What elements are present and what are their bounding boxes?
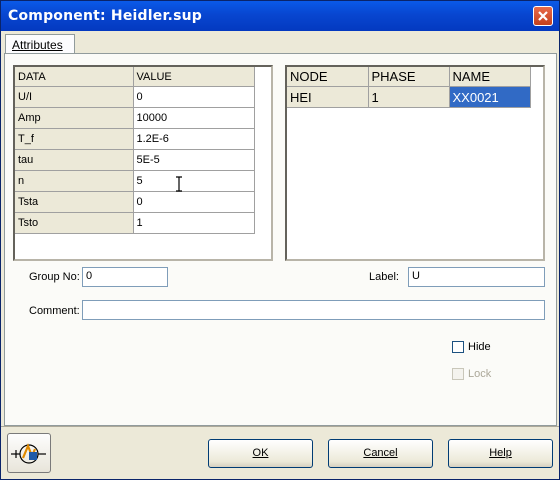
- name-cell[interactable]: XX0021: [449, 86, 531, 108]
- ok-button[interactable]: OK: [208, 439, 313, 468]
- table-row[interactable]: Tsta 0: [15, 191, 255, 213]
- column-header-phase[interactable]: PHASE: [368, 67, 450, 87]
- row-value[interactable]: 0: [133, 191, 255, 213]
- phase-cell[interactable]: 1: [368, 86, 450, 108]
- component-dialog: Component: Heidler.sup Attributes DATA V…: [0, 0, 560, 480]
- row-key: T_f: [15, 128, 134, 150]
- row-key: Amp: [15, 107, 134, 129]
- cancel-label: Cancel: [363, 447, 398, 459]
- row-value[interactable]: 5: [133, 170, 255, 192]
- group-no-field[interactable]: 0: [82, 267, 168, 287]
- table-row[interactable]: Amp 10000: [15, 107, 255, 129]
- title-bar: Component: Heidler.sup: [1, 1, 559, 31]
- window-title: Component: Heidler.sup: [8, 8, 202, 24]
- table-row[interactable]: HEI 1 XX0021: [287, 86, 531, 108]
- row-value[interactable]: 0: [133, 86, 255, 108]
- comment-label: Comment:: [29, 305, 80, 317]
- group-no-label: Group No:: [29, 271, 80, 283]
- row-key: Tsta: [15, 191, 134, 213]
- help-button[interactable]: Help: [448, 439, 553, 468]
- node-cell[interactable]: HEI: [287, 86, 369, 108]
- hide-label[interactable]: Hide: [468, 341, 491, 353]
- row-key: Tsto: [15, 212, 134, 234]
- column-header-node[interactable]: NODE: [287, 67, 369, 87]
- data-grid[interactable]: DATA VALUE U/I 0 Amp 10000 T_f 1.2E-6 tau 5E…: [13, 65, 273, 261]
- table-row[interactable]: T_f 1.2E-6: [15, 128, 255, 150]
- footer-separator: [1, 426, 559, 427]
- comment-field[interactable]: [82, 300, 545, 320]
- table-row[interactable]: n5: [15, 170, 255, 192]
- node-grid[interactable]: NODE PHASE NAME HEI 1 XX0021: [285, 65, 545, 261]
- component-symbol-icon: [11, 443, 46, 464]
- text-cursor-icon: [176, 176, 182, 192]
- label-label: Label:: [369, 271, 399, 283]
- row-key: U/I: [15, 86, 134, 108]
- row-value[interactable]: 1: [133, 212, 255, 234]
- table-row[interactable]: Tsto 1: [15, 212, 255, 234]
- close-button[interactable]: [533, 6, 553, 26]
- lock-label: Lock: [468, 368, 492, 380]
- tab-attributes-label: Attributes: [12, 38, 63, 52]
- row-value[interactable]: 5E-5: [133, 149, 255, 171]
- label-field[interactable]: U: [408, 267, 545, 287]
- close-icon: [538, 11, 548, 21]
- cancel-button[interactable]: Cancel: [328, 439, 433, 468]
- component-symbol-button[interactable]: [7, 433, 51, 473]
- help-label: Help: [489, 447, 512, 459]
- ok-label: OK: [252, 447, 269, 459]
- hide-checkbox[interactable]: [452, 341, 464, 353]
- row-value[interactable]: 10000: [133, 107, 255, 129]
- row-key: tau: [15, 149, 134, 171]
- lock-checkbox: [452, 368, 464, 380]
- tab-attributes[interactable]: Attributes: [5, 34, 75, 54]
- table-row[interactable]: tau 5E-5: [15, 149, 255, 171]
- table-row[interactable]: U/I 0: [15, 86, 255, 108]
- column-header-value[interactable]: VALUE: [133, 67, 255, 87]
- column-header-name[interactable]: NAME: [449, 67, 531, 87]
- row-value[interactable]: 1.2E-6: [133, 128, 255, 150]
- row-key: n: [15, 170, 134, 192]
- column-header-data[interactable]: DATA: [15, 67, 134, 87]
